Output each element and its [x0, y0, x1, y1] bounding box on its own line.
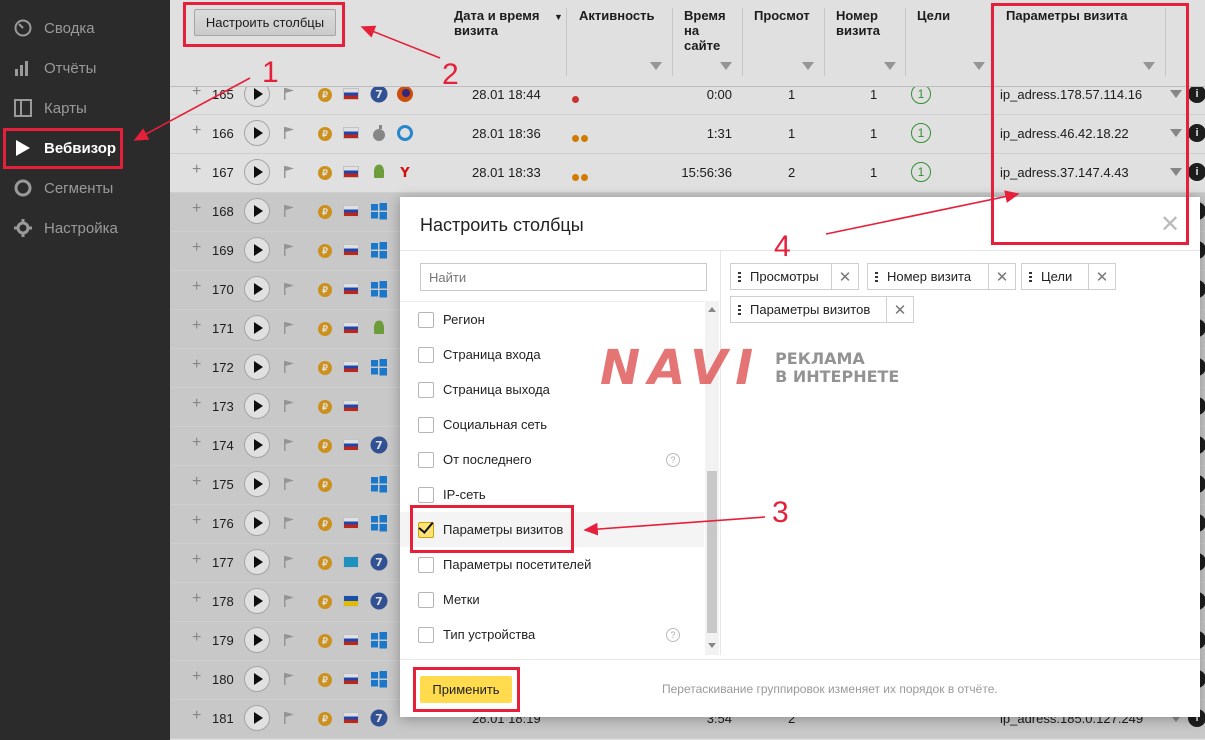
annotation-arrows [133, 25, 1020, 536]
